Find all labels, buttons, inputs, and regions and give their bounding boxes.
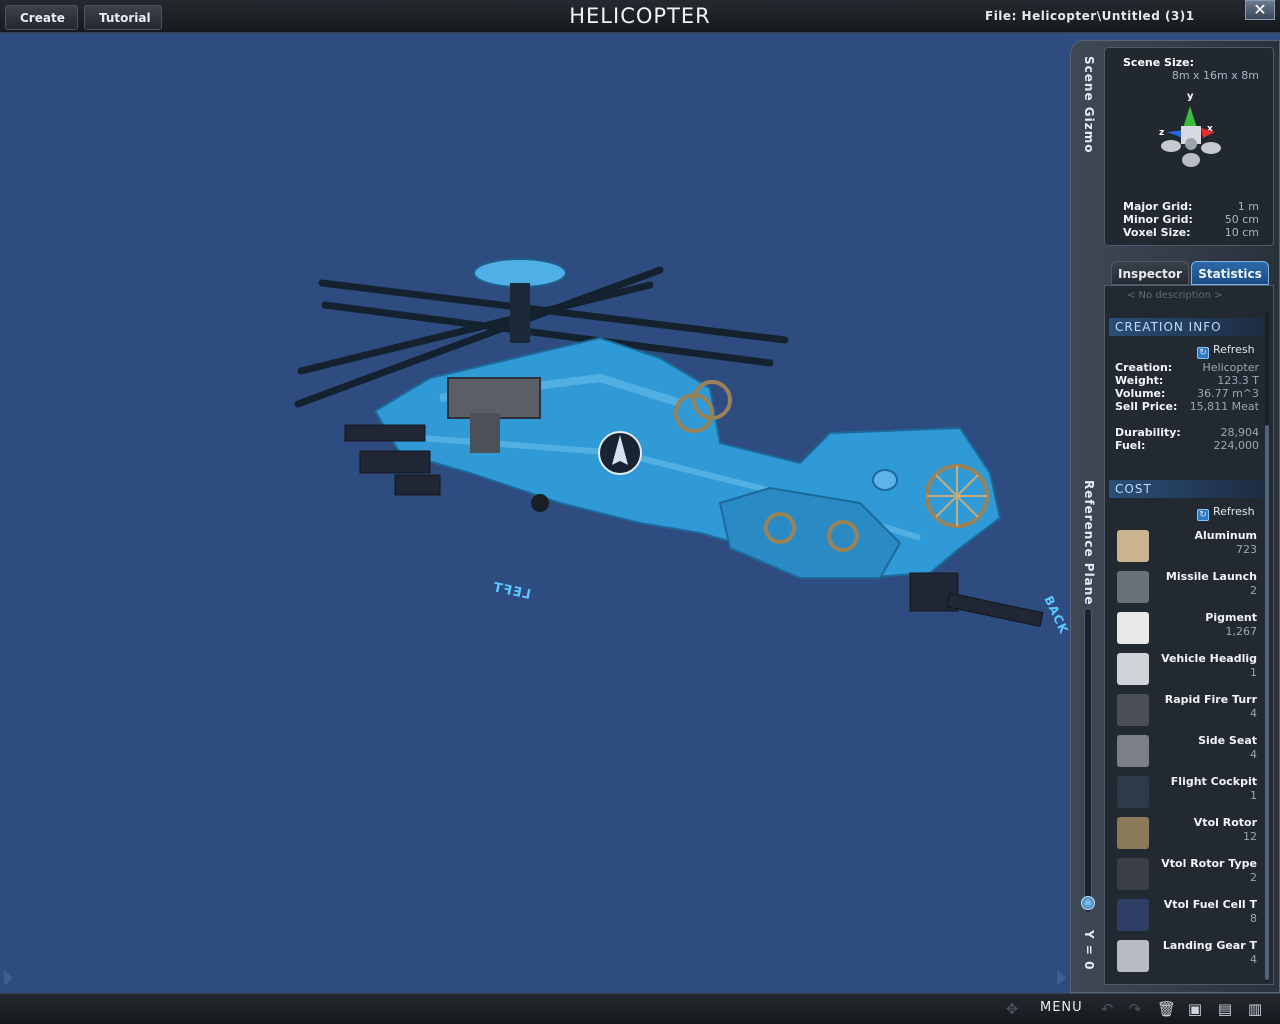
turret-icon [1117,694,1149,726]
seat-icon [1117,735,1149,767]
save-icon[interactable]: ▣ [1186,1000,1204,1018]
save-as-icon[interactable]: ▤ [1216,1000,1234,1018]
cost-item[interactable]: Vehicle Headlig 1 [1115,651,1257,689]
helicopter-model [294,258,1044,628]
cost-item[interactable]: Landing Gear T4 [1115,938,1257,976]
axis-y-label: y [1187,91,1194,102]
durability-value: 28,904 [1220,426,1260,439]
refresh-icon: ↻ [1197,509,1209,521]
weight-label: Weight: [1115,374,1164,387]
major-grid-value: 1 m [1237,200,1259,213]
cost-item[interactable]: Missile Launch 2 [1115,569,1257,607]
minor-grid-label: Minor Grid: [1123,213,1193,226]
sell-price-label: Sell Price: [1115,400,1178,413]
bottom-bar [0,993,1280,1024]
scene-gizmo-panel: Scene Size: 8m x 16m x 8m y z x Major Gr… [1104,47,1274,246]
no-description-text: < No description > [1127,290,1223,301]
viewport-left-arrow-icon[interactable] [4,970,13,986]
cost-item[interactable]: Vtol Fuel Cell T8 [1115,897,1257,935]
creation-label: Creation: [1115,361,1173,374]
scene-gizmo-label[interactable]: Scene Gizmo [1082,56,1096,153]
sell-price-value: 15,811 Meat [1189,400,1259,413]
rotor-type-icon [1117,858,1149,890]
refresh-creation-button[interactable]: ↻ Refresh [1197,343,1255,359]
reference-plane-slider[interactable] [1084,608,1092,913]
aluminum-icon [1117,530,1149,562]
fuel-cell-icon [1117,899,1149,931]
3d-viewport[interactable]: LEFT BACK [0,33,1071,993]
menu-button[interactable]: MENU [1040,1000,1083,1015]
creation-value: Helicopter [1202,361,1259,374]
cost-item[interactable]: Side Seat 4 [1115,733,1257,771]
tab-statistics[interactable]: Statistics [1191,261,1269,285]
file-name-label: File: Helicopter\Untitled (3)1 [985,9,1195,23]
scene-size-value: 8m x 16m x 8m [1171,69,1259,82]
reference-plane-label: Reference Plane [1082,480,1096,606]
tab-inspector[interactable]: Inspector [1111,261,1189,285]
viewport-right-arrow-icon[interactable] [1057,970,1066,986]
cost-item[interactable]: Rapid Fire Turr 4 [1115,692,1257,730]
move-icon[interactable]: ✥ [1003,1000,1021,1018]
landing-gear-icon [1117,940,1149,972]
pigment-icon [1117,612,1149,644]
headlight-icon [1117,653,1149,685]
close-icon[interactable]: ✕ [1245,0,1275,20]
cost-item[interactable]: Flight Cockpit 1 [1115,774,1257,812]
voxel-size-label: Voxel Size: [1123,226,1191,239]
scene-size-label: Scene Size: [1123,56,1194,69]
refresh-label: Refresh [1213,505,1255,518]
refresh-label: Refresh [1213,343,1255,356]
axis-gizmo-icon[interactable]: y z x [1155,88,1231,174]
minor-grid-value: 50 cm [1224,213,1259,226]
cockpit-icon [1117,776,1149,808]
reference-plane-slider-thumb[interactable] [1081,896,1095,910]
cost-item[interactable]: Vtol Rotor 12 [1115,815,1257,853]
fuel-value: 224,000 [1213,439,1260,452]
reference-plane-y-value: Y = 0 [1082,930,1096,971]
creation-info-header: CREATION INFO [1109,318,1267,336]
volume-label: Volume: [1115,387,1166,400]
voxel-size-value: 10 cm [1224,226,1259,239]
cost-item[interactable]: Vtol Rotor Type 2 [1115,856,1257,894]
export-icon[interactable]: ▥ [1246,1000,1264,1018]
weight-value: 123.3 T [1217,374,1259,387]
redo-icon[interactable]: ↷ [1126,1000,1144,1018]
fuel-label: Fuel: [1115,439,1146,452]
refresh-icon: ↻ [1197,347,1209,359]
cost-item[interactable]: Pigment 1,267 [1115,610,1257,648]
refresh-cost-button[interactable]: ↻ Refresh [1197,505,1255,521]
major-grid-label: Major Grid: [1123,200,1193,213]
missile-launcher-icon [1117,571,1149,603]
statistics-scrollbar-thumb[interactable] [1265,425,1269,980]
cost-item[interactable]: Aluminum 723 [1115,528,1257,566]
trash-icon[interactable]: 🗑 [1157,1000,1176,1018]
durability-label: Durability: [1115,426,1181,439]
rotor-icon [1117,817,1149,849]
volume-value: 36.77 m^3 [1197,387,1259,400]
cost-header: COST [1109,480,1267,498]
undo-icon[interactable]: ↶ [1098,1000,1116,1018]
axis-z-label: z [1159,128,1164,138]
statistics-panel: < No description > CREATION INFO ↻ Refres… [1104,285,1274,985]
